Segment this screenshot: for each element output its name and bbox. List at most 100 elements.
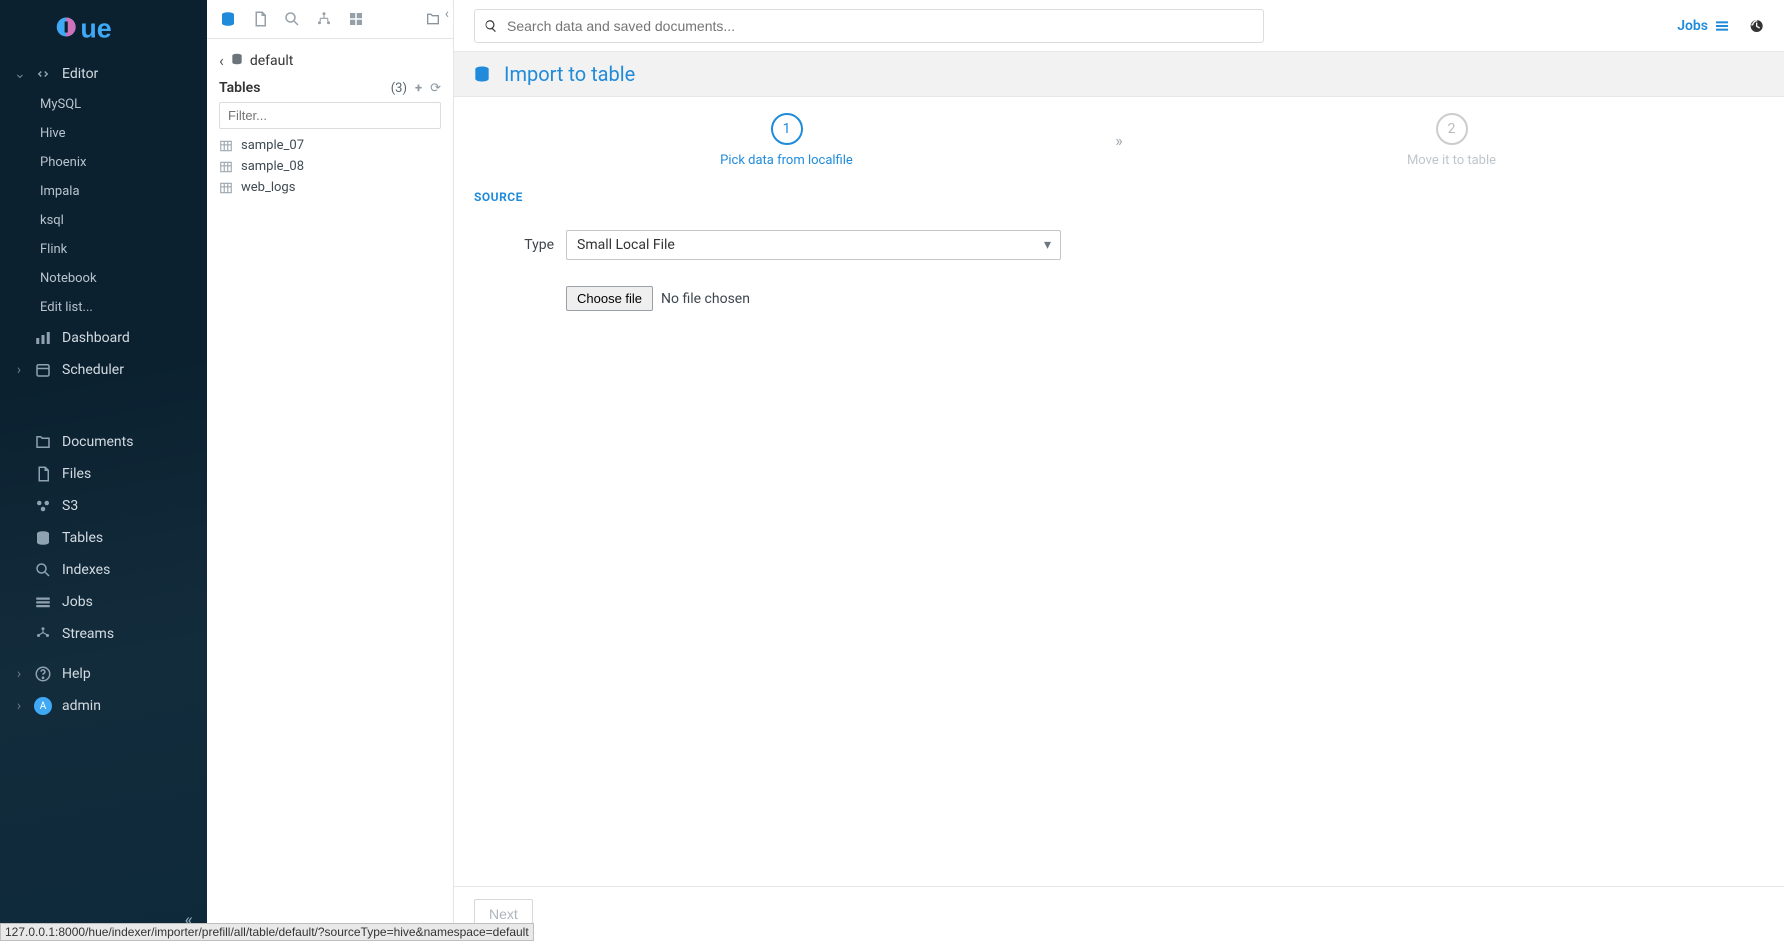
nav-jobs-label: Jobs [62,594,93,610]
nav-editor[interactable]: ⌄ Editor [0,58,207,90]
table-icon [219,139,233,153]
page-title: Import to table [504,62,635,86]
search-input[interactable] [474,9,1264,43]
s3-icon [34,497,52,515]
nav-documents-label: Documents [62,434,133,450]
assist-breadcrumb[interactable]: ‹ default [219,47,441,74]
table-item[interactable]: sample_07 [219,135,441,156]
filter-input[interactable] [219,102,441,129]
nav-editor-label: Editor [62,66,98,82]
indexes-icon [34,561,52,579]
table-item[interactable]: sample_08 [219,156,441,177]
table-item[interactable]: web_logs [219,177,441,198]
refresh-icon[interactable]: ⟳ [430,81,441,96]
svg-text:ue: ue [80,13,111,42]
caret-right-icon: › [14,666,24,682]
status-bar: 127.0.0.1:8000/hue/indexer/importer/pref… [0,923,534,941]
nav-streams[interactable]: Streams [0,618,207,650]
type-label: Type [474,237,554,253]
jobs-list-icon [1714,18,1730,34]
footer: Next [454,886,1784,941]
help-icon [34,665,52,683]
assist-folder-icon[interactable] [425,11,441,27]
caret-down-icon: ⌄ [14,66,24,82]
nav-dashboard[interactable]: Dashboard [0,322,207,354]
add-table-icon[interactable]: + [415,81,422,96]
assist-hierarchy-icon[interactable] [315,10,333,28]
sidebar-left: ue ⌄ Editor MySQL Hive Phoenix Impala ks… [0,0,207,941]
nav-s3[interactable]: S3 [0,490,207,522]
scheduler-icon [34,361,52,379]
assist-db-icon[interactable] [219,10,237,28]
back-icon[interactable]: ‹ [219,51,224,70]
nav-documents[interactable]: Documents [0,426,207,458]
nav-editor-flink[interactable]: Flink [0,235,207,264]
nav-scheduler-label: Scheduler [62,362,124,378]
nav-editor-ksql[interactable]: ksql [0,206,207,235]
code-icon [34,65,52,83]
step-label: Pick data from localfile [720,153,853,168]
nav-editor-phoenix[interactable]: Phoenix [0,148,207,177]
nav-indexes[interactable]: Indexes [0,554,207,586]
step-number: 2 [1436,113,1468,145]
brand-logo[interactable]: ue [0,0,207,54]
jobs-icon [34,593,52,611]
nav-editor-mysql[interactable]: MySQL [0,90,207,119]
type-select-value: Small Local File [566,230,1061,260]
type-select[interactable]: Small Local File ▾ [566,230,1061,260]
db-icon [230,52,244,70]
dashboard-icon [34,329,52,347]
wizard-steps: 1 Pick data from localfile » 2 Move it t… [454,97,1784,178]
tables-count: (3) [391,81,407,96]
nav-help-label: Help [62,666,91,682]
database-icon [472,64,492,84]
assist-panel: ‹ [207,0,454,941]
table-icon [219,181,233,195]
nav-editor-notebook[interactable]: Notebook [0,264,207,293]
nav-streams-label: Streams [62,626,114,642]
streams-icon [34,625,52,643]
nav-admin-label: admin [62,698,101,714]
no-file-text: No file chosen [661,291,750,307]
assist-search-icon[interactable] [283,10,301,28]
nav-editor-hive[interactable]: Hive [0,119,207,148]
nav-editor-impala[interactable]: Impala [0,177,207,206]
assist-grid-icon[interactable] [347,10,365,28]
jobs-link-label: Jobs [1677,18,1708,34]
chevrons-right-icon: » [1099,131,1139,150]
nav-tables[interactable]: Tables [0,522,207,554]
nav-indexes-label: Indexes [62,562,110,578]
table-icon [219,160,233,174]
tables-icon [34,529,52,547]
jobs-link[interactable]: Jobs [1677,18,1730,34]
wizard-step-2[interactable]: 2 Move it to table [1139,113,1764,168]
assist-collapse-icon[interactable]: ‹ [445,6,449,22]
wizard-step-1[interactable]: 1 Pick data from localfile [474,113,1099,168]
step-label: Move it to table [1407,153,1496,168]
nav-scheduler[interactable]: › Scheduler [0,354,207,386]
documents-icon [34,433,52,451]
nav-help[interactable]: › Help [0,658,207,690]
search-icon [484,19,498,33]
avatar-icon: A [34,697,52,715]
tables-section-label: Tables [219,80,260,96]
nav-editor-editlist[interactable]: Edit list... [0,293,207,322]
section-source-title: SOURCE [474,190,1764,204]
nav-files[interactable]: Files [0,458,207,490]
breadcrumb-label: default [250,53,294,69]
choose-file-button[interactable]: Choose file [566,286,653,311]
files-icon [34,465,52,483]
topbar: Jobs [454,0,1784,52]
nav-admin[interactable]: › A admin [0,690,207,722]
main-area: Jobs Import to table 1 Pick data from lo… [454,0,1784,941]
assist-files-icon[interactable] [251,10,269,28]
nav-jobs[interactable]: Jobs [0,586,207,618]
page-header: Import to table [454,52,1784,97]
caret-right-icon: › [14,698,24,714]
nav-tables-label: Tables [62,530,103,546]
history-icon[interactable] [1748,18,1764,34]
caret-right-icon: › [14,362,24,378]
nav-dashboard-label: Dashboard [62,330,130,346]
nav-s3-label: S3 [62,498,78,514]
nav-files-label: Files [62,466,91,482]
